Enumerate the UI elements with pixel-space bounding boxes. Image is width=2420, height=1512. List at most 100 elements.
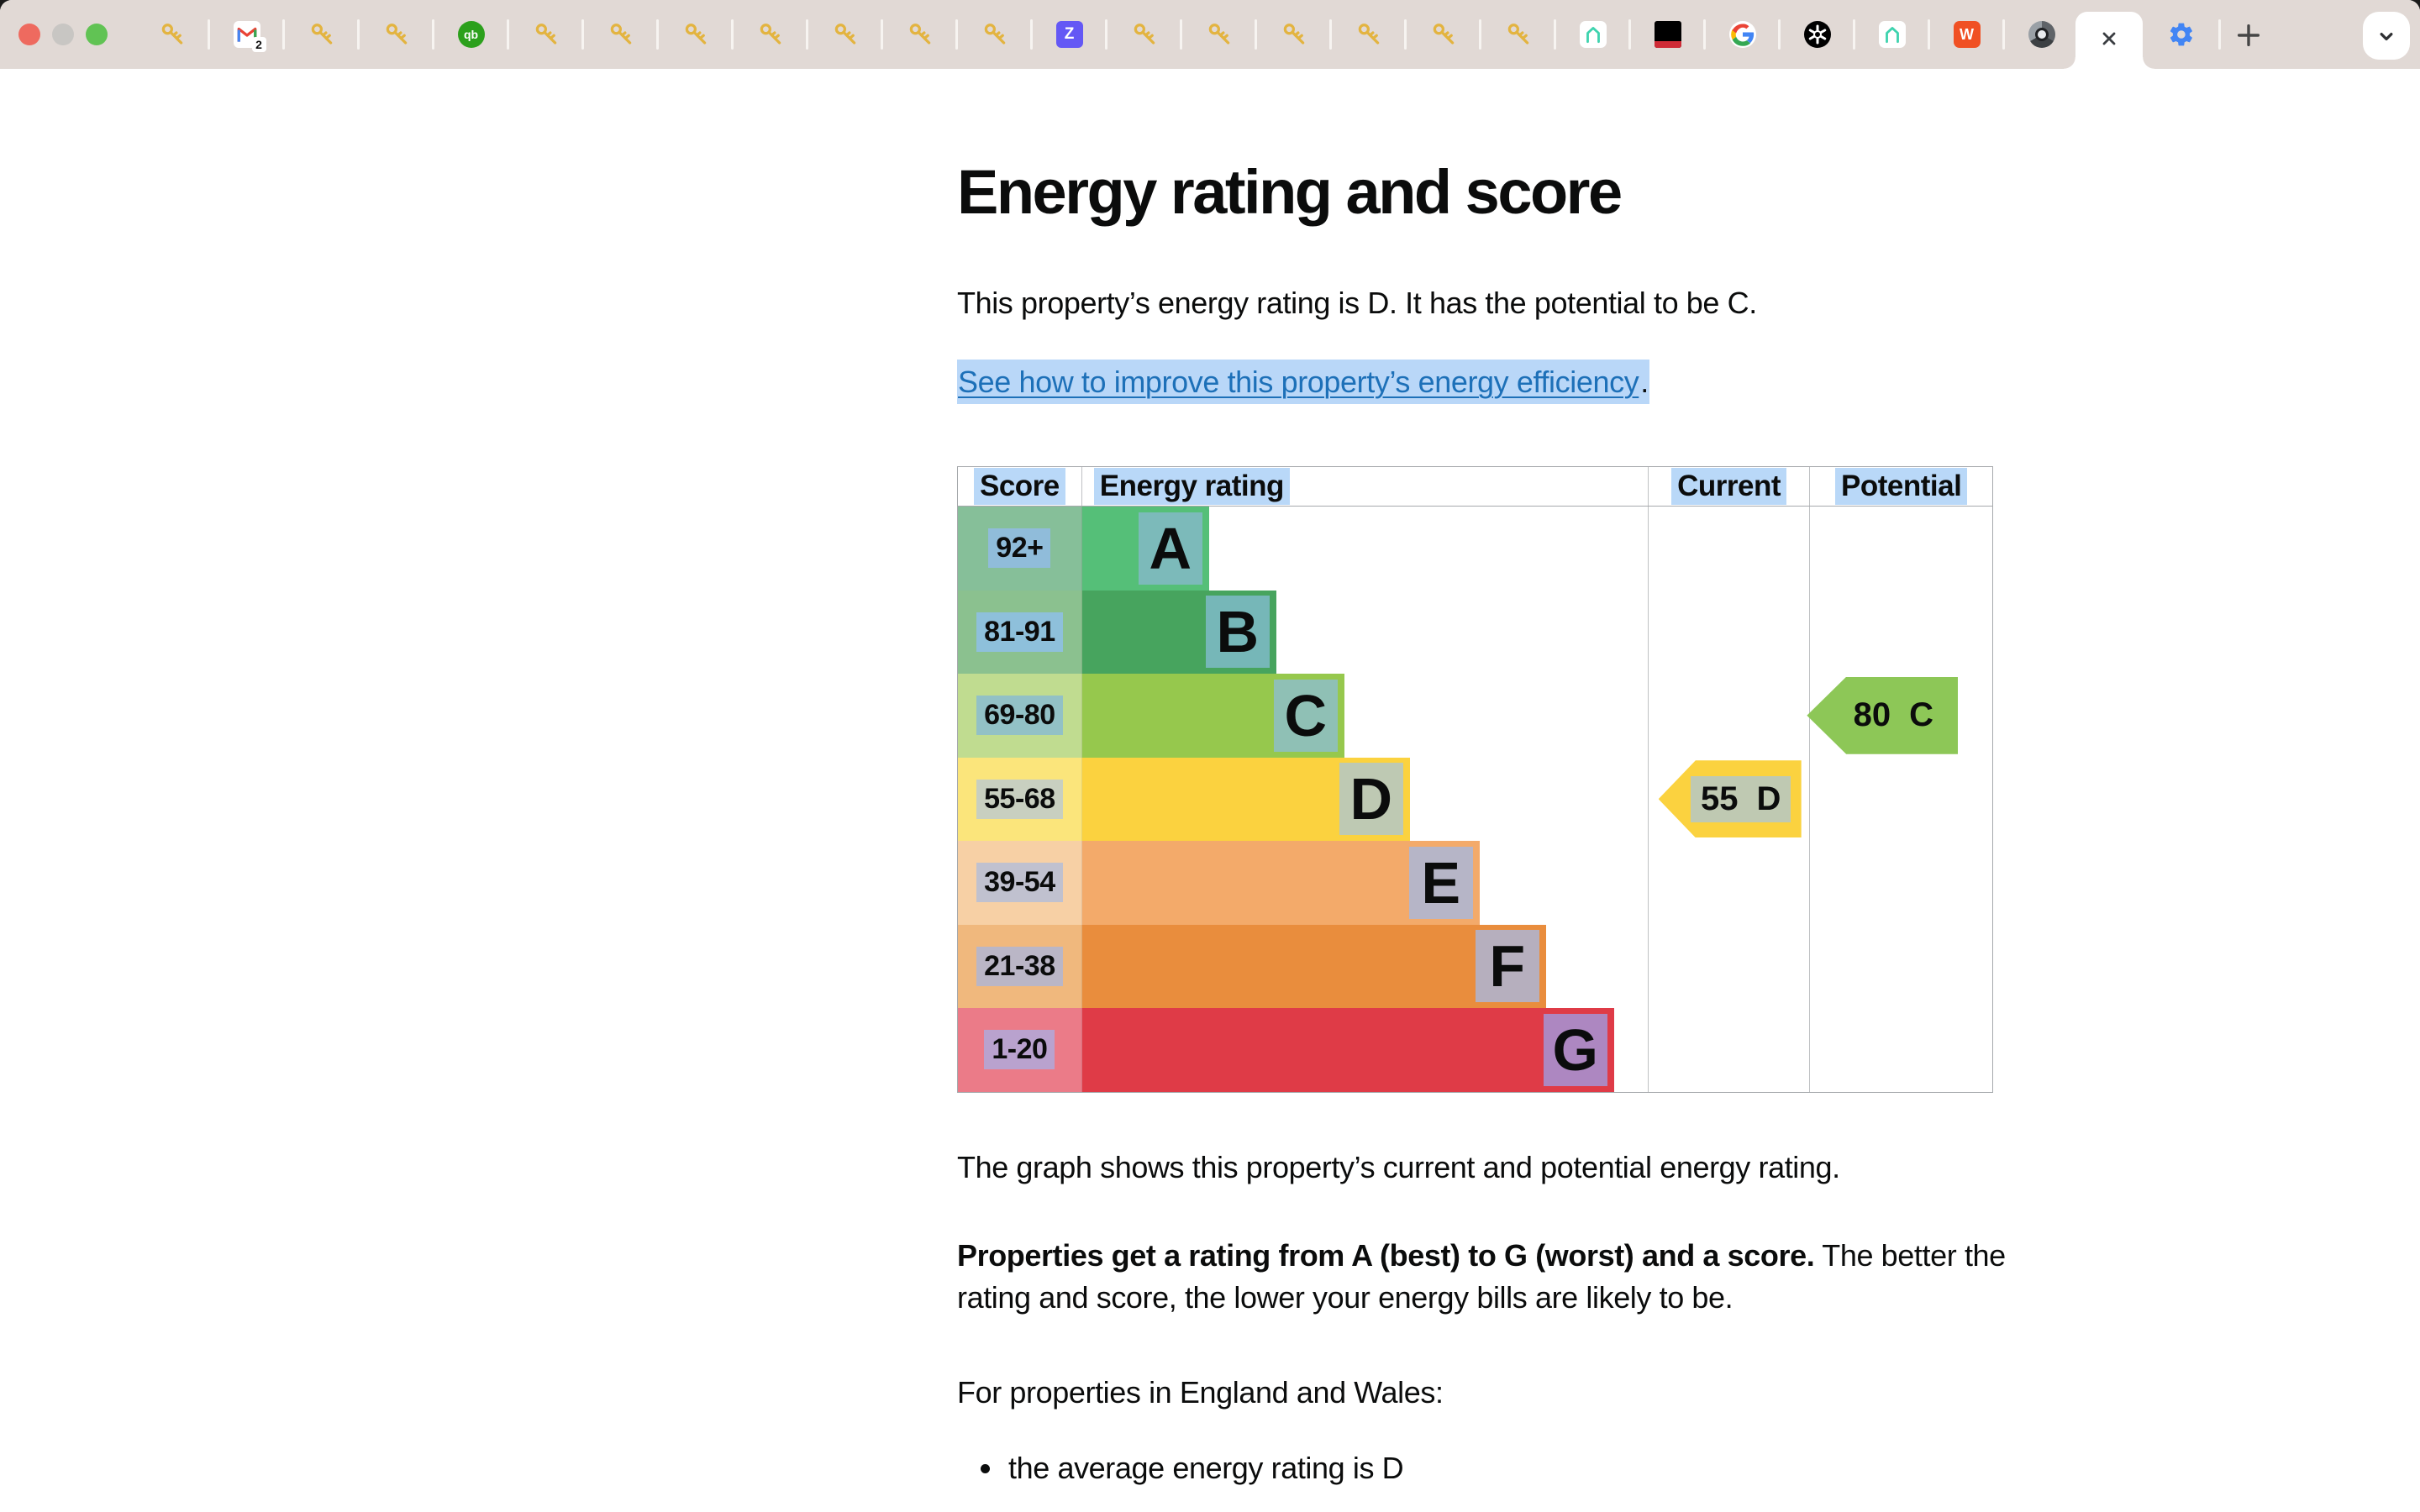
- minimize-window-button[interactable]: [52, 24, 74, 45]
- list-item: the average energy score is 60: [1005, 1504, 1413, 1512]
- tab-google[interactable]: [1705, 0, 1780, 69]
- close-window-button[interactable]: [18, 24, 40, 45]
- explanation-text: Properties get a rating from A (best) to…: [957, 1235, 2045, 1319]
- tab-key[interactable]: [733, 0, 808, 69]
- tab-key[interactable]: [1406, 0, 1481, 69]
- tab-settings[interactable]: [2143, 0, 2220, 69]
- tab-chatgpt[interactable]: [1780, 0, 1854, 69]
- tab-key[interactable]: [658, 0, 733, 69]
- tab-key[interactable]: [1331, 0, 1406, 69]
- tab-quickbooks[interactable]: qb: [434, 0, 508, 69]
- current-cell: [1649, 1008, 1811, 1092]
- tab-key[interactable]: [1181, 0, 1256, 69]
- key-favicon-icon: [1355, 21, 1382, 48]
- tab-key[interactable]: [134, 0, 209, 69]
- new-tab-button[interactable]: [2228, 16, 2269, 55]
- potential-cell: 80C: [1810, 674, 1992, 758]
- band-bar-cell: D: [1082, 758, 1649, 842]
- chatgpt-favicon-icon: [1804, 21, 1831, 48]
- band-bar-F: F: [1082, 925, 1546, 1009]
- key-favicon-icon: [1206, 21, 1233, 48]
- google-favicon-icon: [1729, 21, 1756, 48]
- tab-key[interactable]: [583, 0, 658, 69]
- band-bar-D: D: [1082, 758, 1410, 842]
- tab-key[interactable]: [1107, 0, 1181, 69]
- zotero-favicon-icon: Z: [1056, 21, 1083, 48]
- gear-icon: [2168, 21, 2195, 48]
- active-tab[interactable]: [2075, 12, 2143, 69]
- tab-gmail[interactable]: 2: [209, 0, 284, 69]
- potential-cell: [1810, 841, 1992, 925]
- tab-key[interactable]: [1256, 0, 1331, 69]
- band-score-range: 69-80: [958, 674, 1082, 758]
- header-potential: Potential: [1810, 467, 1992, 506]
- current-cell: 55D: [1649, 758, 1811, 842]
- potential-cell: [1810, 925, 1992, 1009]
- current-cell: [1649, 674, 1811, 758]
- list-item: the average energy rating is D: [1005, 1448, 1413, 1488]
- graph-caption: The graph shows this property’s current …: [957, 1147, 2045, 1189]
- epc-band-row-F: 21-38F: [958, 925, 1992, 1009]
- potential-rating-arrow: 80C: [1807, 677, 1958, 754]
- tab-house[interactable]: [1854, 0, 1929, 69]
- key-favicon-icon: [1505, 21, 1532, 48]
- potential-cell: [1810, 1008, 1992, 1092]
- tab-key[interactable]: [1481, 0, 1555, 69]
- tab-house[interactable]: [1555, 0, 1630, 69]
- browser-window: 2 qb Z W: [0, 0, 2420, 1512]
- band-score-range: 55-68: [958, 758, 1082, 842]
- window-controls: [18, 24, 108, 45]
- tab-wattpad[interactable]: W: [1929, 0, 2004, 69]
- tab-key[interactable]: [359, 0, 434, 69]
- key-favicon-icon: [981, 21, 1008, 48]
- intro-text: This property’s energy rating is D. It h…: [957, 282, 2045, 324]
- band-bar-cell: F: [1082, 925, 1649, 1009]
- tab-blackred[interactable]: [1630, 0, 1705, 69]
- averages-list: the average energy rating is D the averag…: [1005, 1448, 1413, 1512]
- header-energy-rating: Energy rating: [1082, 467, 1649, 506]
- key-favicon-icon: [757, 21, 784, 48]
- header-current: Current: [1649, 467, 1811, 506]
- header-score: Score: [958, 467, 1082, 506]
- house-favicon-icon: [1879, 21, 1906, 48]
- epc-band-row-A: 92+A: [958, 507, 1992, 591]
- epc-band-row-B: 81-91B: [958, 591, 1992, 675]
- potential-cell: [1810, 591, 1992, 675]
- band-bar-C: C: [1082, 674, 1344, 758]
- background-tabs: 2 qb Z W: [134, 0, 2079, 69]
- current-cell: [1649, 591, 1811, 675]
- epc-band-row-D: 55-68D 55D: [958, 758, 1992, 842]
- improve-efficiency-link[interactable]: See how to improve this property’s energ…: [958, 365, 1639, 399]
- improve-link-line: See how to improve this property’s energ…: [957, 365, 1649, 400]
- tab-close-icon[interactable]: [2099, 29, 2119, 53]
- band-bar-A: A: [1082, 507, 1209, 591]
- key-favicon-icon: [159, 21, 186, 48]
- band-bar-cell: G: [1082, 1008, 1649, 1092]
- chevron-down-icon: [2375, 24, 2398, 48]
- band-bar-B: B: [1082, 591, 1276, 675]
- tab-zotero[interactable]: Z: [1032, 0, 1107, 69]
- key-favicon-icon: [832, 21, 859, 48]
- key-favicon-icon: [383, 21, 410, 48]
- regional-text: For properties in England and Wales:: [957, 1372, 2045, 1414]
- epc-table-header: Score Energy rating Current Potential: [958, 467, 1992, 507]
- zoom-window-button[interactable]: [86, 24, 108, 45]
- page-title: Energy rating and score: [957, 156, 1621, 228]
- current-cell: [1649, 841, 1811, 925]
- epc-band-row-E: 39-54E: [958, 841, 1992, 925]
- tab-search-button[interactable]: [2363, 12, 2410, 60]
- tab-key[interactable]: [808, 0, 882, 69]
- tab-key[interactable]: [957, 0, 1032, 69]
- key-favicon-icon: [533, 21, 560, 48]
- page-content: Energy rating and score This property’s …: [0, 133, 2420, 1512]
- tab-key[interactable]: [882, 0, 957, 69]
- band-bar-cell: B: [1082, 591, 1649, 675]
- epc-band-row-C: 69-80C 80C: [958, 674, 1992, 758]
- key-favicon-icon: [308, 21, 335, 48]
- tab-key[interactable]: [284, 0, 359, 69]
- quickbooks-favicon-icon: qb: [458, 21, 485, 48]
- epc-rating-table: Score Energy rating Current Potential 92…: [957, 466, 1993, 1093]
- browser-toolbar: find-energy-certificate.service.gov.uk/e…: [0, 69, 2420, 133]
- current-cell: [1649, 925, 1811, 1009]
- tab-key[interactable]: [508, 0, 583, 69]
